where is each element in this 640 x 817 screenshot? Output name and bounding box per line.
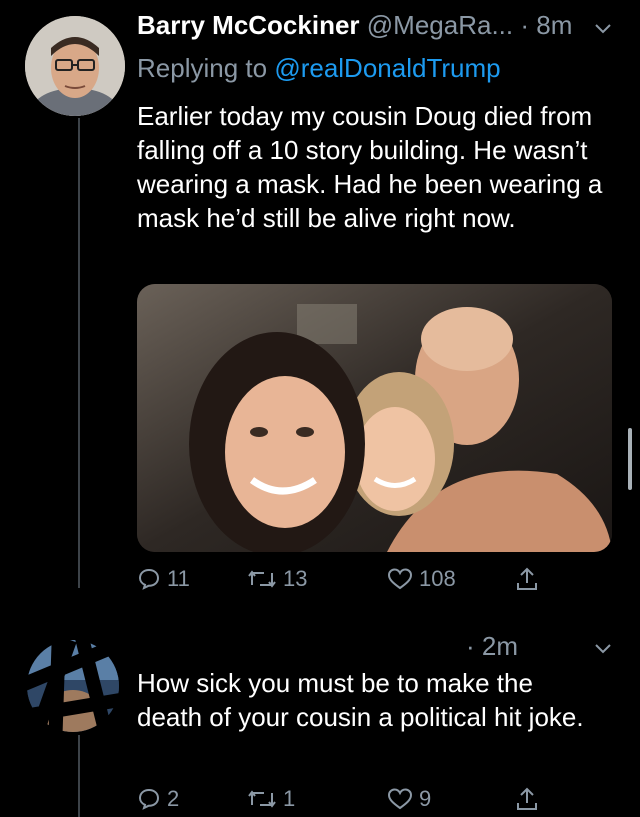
share-button[interactable] (515, 786, 539, 812)
tweet-actions: 2 1 9 (137, 786, 587, 816)
replying-to: Replying to @realDonaldTrump (137, 53, 501, 84)
reply-count: 11 (167, 566, 190, 591)
scrollbar[interactable] (628, 428, 632, 490)
display-name[interactable]: Barry McCockiner (137, 10, 360, 40)
speech-bubble-icon (138, 568, 160, 590)
replying-handle-link[interactable]: @realDonaldTrump (274, 53, 500, 83)
avatar[interactable] (25, 16, 125, 116)
replying-prefix: Replying to (137, 53, 268, 83)
heart-icon (387, 568, 413, 590)
retweet-count: 13 (283, 566, 308, 591)
like-button[interactable]: 108 (387, 566, 456, 592)
redaction-scribble (0, 600, 133, 780)
tweet-text: Earlier today my cousin Doug died from f… (137, 101, 603, 233)
tweet-text: How sick you must be to make the death o… (137, 668, 584, 732)
tweet-media-image[interactable] (137, 284, 612, 552)
tweet-time[interactable]: · 8m (520, 10, 572, 40)
like-count: 9 (419, 786, 432, 811)
chevron-down-icon[interactable] (594, 642, 612, 660)
tweet-actions: 11 13 108 (137, 566, 587, 596)
tweet-header: Barry McCockiner @MegaRa... · 8m (137, 10, 572, 41)
photo-content (137, 284, 612, 552)
retweet-button[interactable]: 1 (247, 786, 295, 812)
retweet-count: 1 (283, 786, 296, 811)
chevron-down-icon[interactable] (594, 22, 612, 40)
retweet-button[interactable]: 13 (247, 566, 307, 592)
reply-button[interactable]: 2 (137, 786, 179, 812)
thread-line-top (78, 118, 80, 588)
redacted-name-bar (140, 625, 460, 661)
retweet-arrows-icon (248, 570, 276, 588)
share-button[interactable] (515, 566, 539, 592)
like-button[interactable]: 9 (387, 786, 431, 812)
speech-bubble-icon (138, 788, 160, 810)
share-upload-icon (517, 567, 537, 590)
heart-icon (387, 788, 413, 810)
tweet-time[interactable]: · 2m (466, 631, 518, 662)
share-upload-icon (517, 787, 537, 810)
user-handle[interactable]: @MegaRa... (367, 10, 513, 40)
reply-button[interactable]: 11 (137, 566, 190, 592)
reply-count: 2 (167, 786, 180, 811)
retweet-arrows-icon (248, 790, 276, 808)
avatar-photo (25, 16, 125, 116)
like-count: 108 (419, 566, 456, 591)
